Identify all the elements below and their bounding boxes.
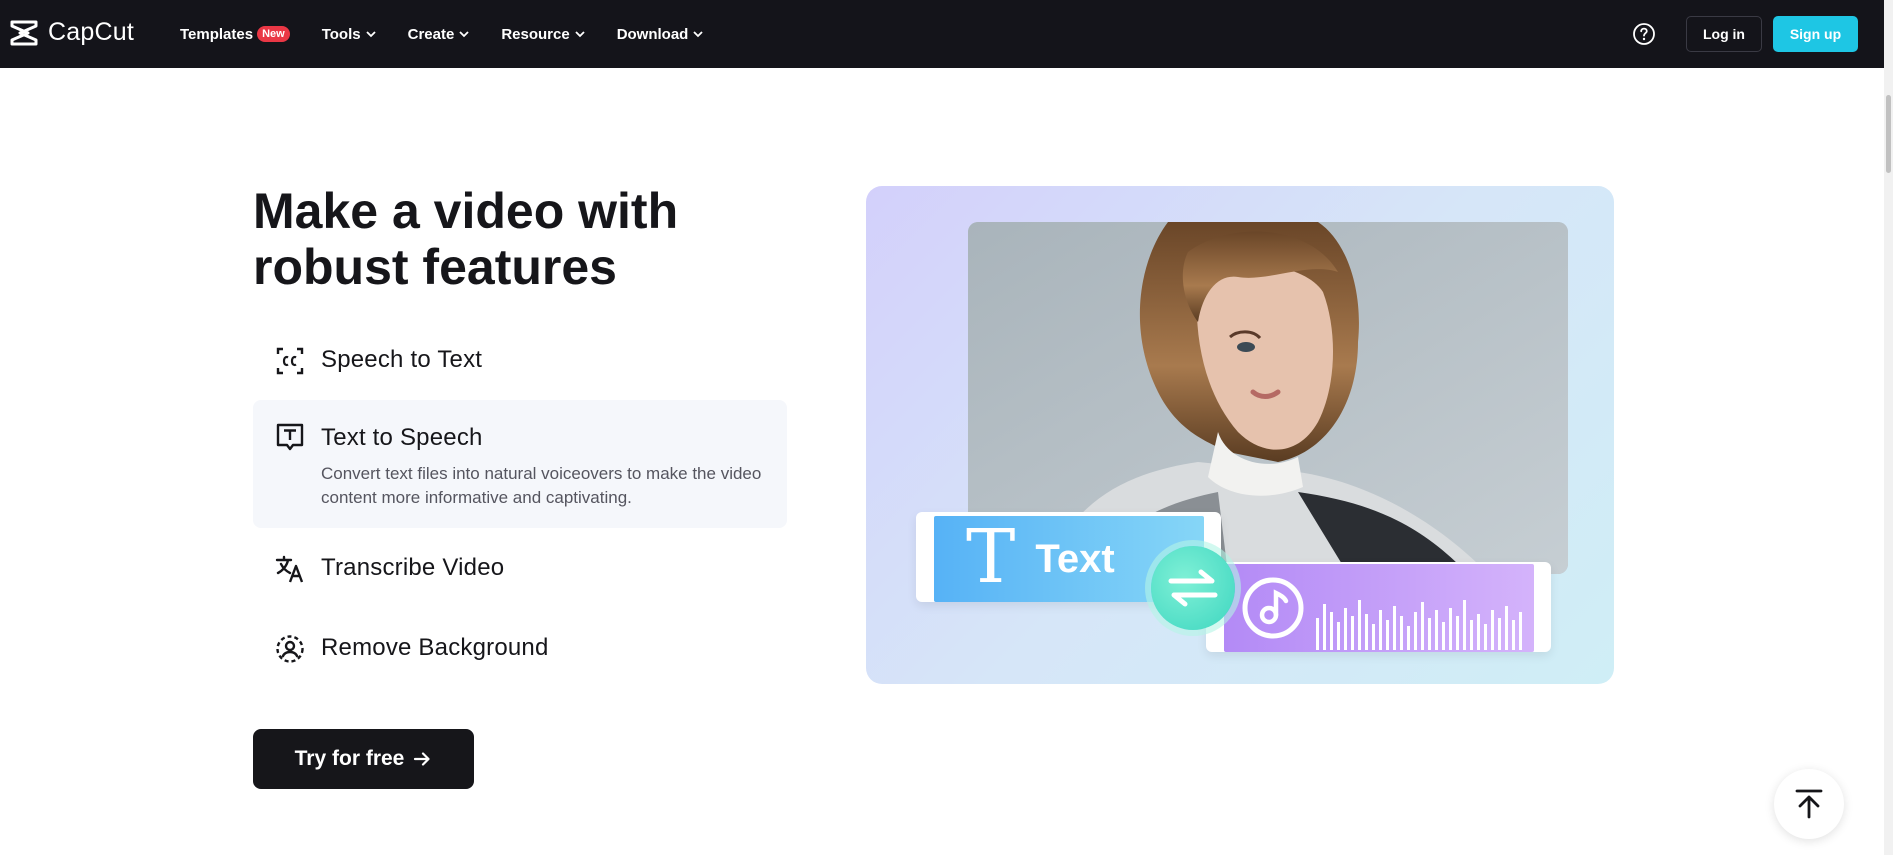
convert-swap-icon (1151, 546, 1235, 630)
new-badge: New (257, 26, 290, 42)
help-icon[interactable] (1632, 22, 1656, 46)
arrow-right-icon (414, 752, 430, 766)
feature-remove-background[interactable]: Remove Background (253, 608, 787, 688)
feature-title: Speech to Text (321, 346, 483, 373)
audio-clip (1224, 564, 1534, 652)
top-navbar: CapCut Templates New Tools Create Resour… (0, 0, 1884, 68)
chevron-down-icon (575, 31, 585, 38)
feature-text-to-speech[interactable]: Text to Speech Convert text files into n… (253, 400, 787, 528)
feature-illustration: T Text (866, 186, 1614, 684)
nav-download[interactable]: Download (617, 26, 704, 43)
swap-arrows-icon (1168, 569, 1218, 607)
arrow-up-to-top-icon (1795, 789, 1823, 819)
feature-title: Text to Speech (321, 424, 483, 451)
chevron-down-icon (693, 31, 703, 38)
text-clip-label: Text (1035, 536, 1115, 581)
try-for-free-button[interactable]: Try for free (253, 729, 474, 789)
feature-list: Speech to Text Text to Speech Convert te… (253, 320, 787, 688)
nav-tools-label: Tools (321, 25, 361, 43)
back-to-top-button[interactable] (1774, 769, 1844, 839)
nav-tools[interactable]: Tools (322, 26, 376, 43)
nav-templates-label: Templates (180, 25, 254, 43)
main-nav: Templates New Tools Create Resource Down… (180, 0, 735, 68)
person-cutout-icon (276, 635, 304, 663)
scrollbar-thumb[interactable] (1886, 95, 1891, 173)
try-for-free-label: Try for free (294, 747, 405, 770)
signup-button[interactable]: Sign up (1773, 16, 1858, 52)
chevron-down-icon (459, 31, 469, 38)
text-letter-icon: T (966, 514, 1016, 600)
chevron-down-icon (365, 31, 376, 38)
nav-create[interactable]: Create (408, 26, 470, 43)
capcut-logo[interactable]: CapCut (10, 18, 134, 47)
capcut-logo-icon (10, 20, 38, 45)
page-headline: Make a video with robust features (253, 183, 679, 295)
feature-title: Transcribe Video (321, 554, 505, 581)
text-box-icon (276, 423, 304, 451)
nav-create-label: Create (407, 25, 455, 43)
nav-resource[interactable]: Resource (501, 25, 585, 43)
nav-resource-label: Resource (501, 25, 570, 43)
feature-transcribe-video[interactable]: Transcribe Video (253, 528, 787, 608)
login-button[interactable]: Log in (1686, 16, 1762, 52)
logo-text: CapCut (48, 18, 134, 46)
nav-templates[interactable]: Templates New (180, 26, 290, 43)
audio-waveform (1316, 600, 1522, 650)
feature-description: Convert text files into natural voiceove… (321, 464, 762, 507)
nav-download-label: Download (616, 25, 689, 43)
feature-speech-to-text[interactable]: Speech to Text (253, 320, 787, 400)
music-note-icon (1242, 577, 1304, 639)
feature-title: Remove Background (321, 634, 549, 661)
translate-icon (275, 555, 304, 583)
closed-caption-icon (276, 347, 304, 375)
